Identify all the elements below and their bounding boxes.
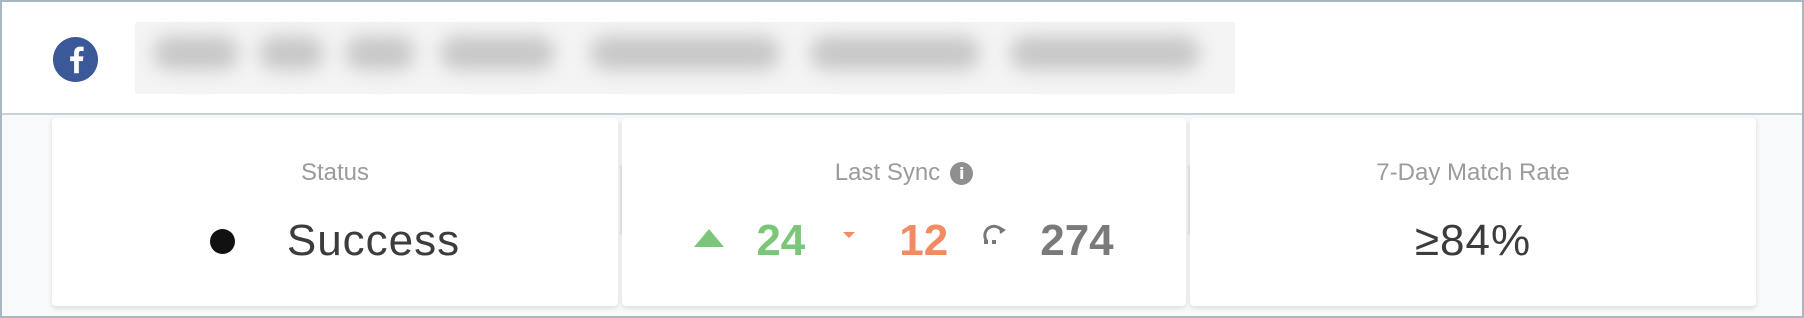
status-card: Status Success (52, 118, 618, 306)
match-rate-value: ≥84% (1414, 216, 1532, 265)
removed-records: 12 (843, 215, 980, 267)
triangle-down-icon (843, 232, 856, 238)
match-rate-card: 7-Day Match Rate ≥84% (1190, 118, 1756, 306)
last-sync-values: 24 12 274 (622, 215, 1186, 267)
status-dot-icon (209, 228, 235, 254)
last-sync-label: Last Sync (834, 159, 941, 186)
match-rate-value-row: ≥84% (1190, 215, 1756, 267)
info-icon[interactable]: i (950, 161, 974, 185)
status-value: Success (286, 216, 461, 265)
destination-header (2, 2, 1802, 115)
added-records: 24 (694, 215, 843, 267)
added-count: 24 (756, 216, 806, 265)
destination-panel: Status Success Last Sync i 24 12 274 7-D… (0, 0, 1804, 318)
match-rate-label: 7-Day Match Rate (1376, 159, 1570, 186)
removed-count: 12 (899, 216, 949, 265)
status-label: Status (300, 159, 370, 186)
facebook-icon (52, 36, 99, 83)
triangle-up-icon (694, 229, 725, 247)
metrics-row: Status Success Last Sync i 24 12 274 7-D… (2, 115, 1802, 316)
last-sync-card: Last Sync i 24 12 274 (622, 118, 1186, 306)
last-sync-label-row: Last Sync i (622, 158, 1186, 188)
redacted-destination-name (135, 22, 1235, 94)
refresh-icon (983, 224, 1007, 244)
total-records: 274 (980, 215, 1114, 267)
total-count: 274 (1040, 216, 1114, 265)
status-value-row: Success (52, 215, 618, 267)
